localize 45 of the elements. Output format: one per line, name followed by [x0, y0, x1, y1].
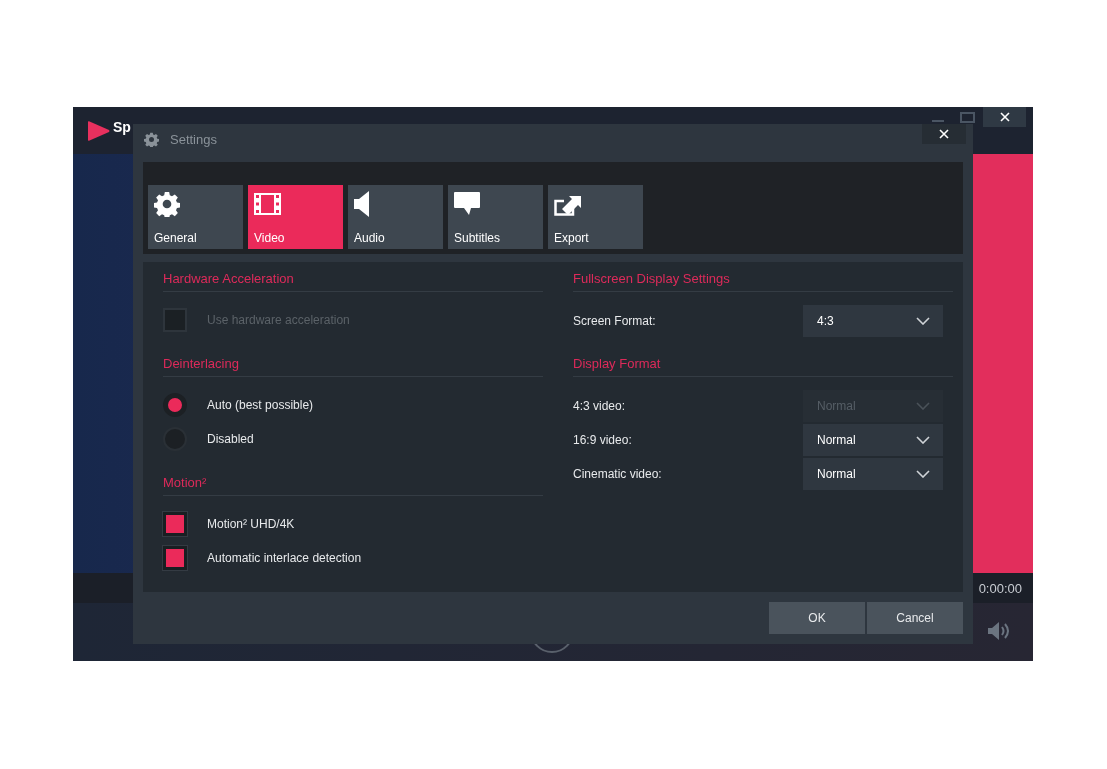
section-heading: Display Format [573, 355, 953, 377]
field-label: 16:9 video: [573, 433, 632, 447]
close-button[interactable] [983, 107, 1026, 127]
radio-button[interactable] [163, 393, 187, 417]
checkbox[interactable] [163, 546, 187, 570]
field-label: Screen Format: [573, 314, 656, 328]
settings-icon [144, 131, 159, 147]
app-name: Sp [113, 118, 131, 135]
section-heading: Motion² [163, 474, 543, 496]
field-label: 4:3 video: [573, 399, 626, 413]
chevron-icon [916, 470, 930, 478]
close-button[interactable] [922, 124, 966, 144]
logo-icon [88, 120, 110, 141]
chevron-icon [916, 436, 930, 444]
speaker-icon [354, 191, 370, 217]
settings-tab[interactable]: General [148, 185, 243, 249]
settings-tab[interactable]: Video [248, 185, 343, 249]
radio-label: Auto (best possible) [207, 398, 314, 412]
dialog-button[interactable]: OK [769, 602, 865, 634]
dialog-button[interactable]: Cancel [867, 602, 963, 634]
dialog-title: Settings [170, 131, 217, 147]
dropdown[interactable]: 4:3 [803, 305, 943, 337]
settings-icon [154, 191, 180, 217]
close-icon [939, 129, 949, 139]
speech-bubble-icon [454, 192, 480, 216]
checkbox-label: Automatic interlace detection [207, 551, 362, 565]
section-heading: Fullscreen Display Settings [573, 270, 953, 292]
settings-tab[interactable]: Subtitles [448, 185, 543, 249]
chevron-icon [916, 317, 930, 325]
dropdown[interactable]: Normal [803, 458, 943, 490]
settings-tab[interactable]: Export [548, 185, 643, 249]
time-display: 0:00:00 [978, 580, 1022, 596]
field-label: Cinematic video: [573, 467, 662, 481]
section-heading: Deinterlacing [163, 355, 543, 377]
close-icon [999, 112, 1010, 122]
checkbox-label: Use hardware acceleration [207, 313, 350, 327]
radio-label: Disabled [207, 432, 254, 446]
dropdown[interactable]: Normal [803, 424, 943, 456]
section-heading: Hardware Acceleration [163, 270, 543, 292]
settings-tab[interactable]: Audio [348, 185, 443, 249]
chevron-icon [916, 402, 930, 410]
checkbox[interactable] [163, 512, 187, 536]
volume-icon[interactable] [988, 622, 1010, 640]
film-icon [254, 193, 281, 215]
checkbox-label: Motion² UHD/4K [207, 517, 295, 531]
